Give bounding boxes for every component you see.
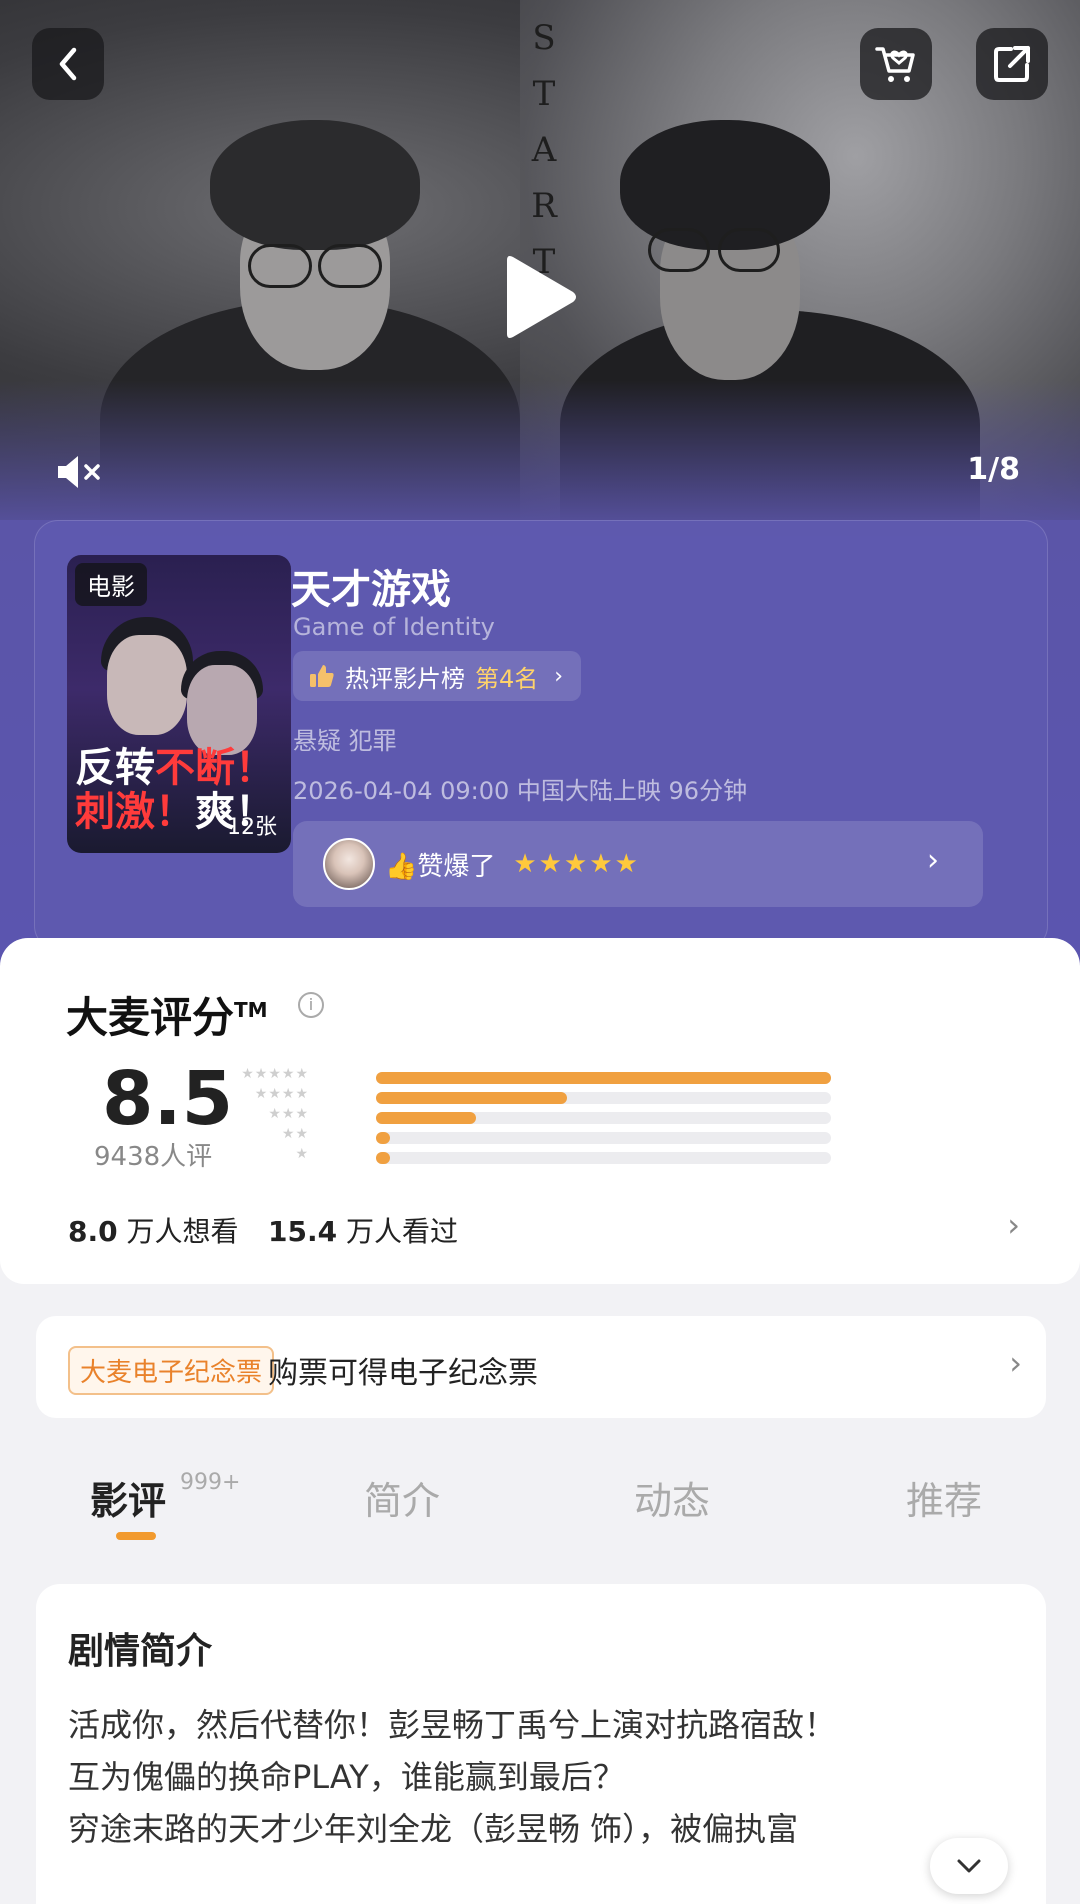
chevron-right-icon[interactable]: › — [1007, 1206, 1020, 1244]
avatar — [323, 838, 375, 890]
rating-bar-stars: ★★★★ — [254, 1086, 309, 1102]
rating-bar-fill — [376, 1072, 831, 1084]
rating-bar-fill — [376, 1152, 390, 1164]
rating-bar-stars: ★★★★★ — [241, 1066, 309, 1082]
cart-heart-icon — [875, 47, 915, 82]
favorite-cart-button[interactable] — [860, 28, 932, 100]
rating-bar-row: ★★★ — [266, 1106, 831, 1124]
chevron-right-icon: › — [1009, 1344, 1022, 1382]
rating-bar-fill — [376, 1132, 390, 1144]
reviews-count-badge: 999+ — [180, 1470, 241, 1495]
tab-intro[interactable]: 简介 — [364, 1470, 440, 1525]
rating-bar-fill — [376, 1112, 477, 1124]
souvenir-ticket-row[interactable]: 大麦电子纪念票 购票可得电子纪念票 › — [36, 1316, 1046, 1418]
synopsis-title: 剧情简介 — [68, 1631, 213, 1672]
movie-genre: 悬疑 犯罪 — [293, 727, 397, 755]
movie-english-title: Game of Identity — [293, 613, 495, 641]
active-tab-indicator — [116, 1532, 156, 1540]
rating-title: 大麦评分TM — [66, 993, 268, 1042]
share-button[interactable] — [976, 28, 1048, 100]
rating-bar-row: ★★ — [266, 1126, 831, 1144]
rating-count: 9438人评 — [94, 1142, 213, 1172]
rank-value: 第4名 — [475, 664, 539, 693]
rank-list-label: 热评影片榜 — [345, 664, 465, 693]
movie-info-card: 电影 反转不断！ 刺激！爽！ 12张 天才游戏 Game of Identity… — [34, 520, 1048, 950]
mute-icon[interactable] — [54, 452, 106, 492]
review-stars: ★★★★★ — [513, 849, 640, 879]
movie-release-info: 2026-04-04 09:00 中国大陆上映 96分钟 — [293, 777, 748, 805]
back-button[interactable] — [32, 28, 104, 100]
featured-review-bar[interactable]: 👍赞爆了 ★★★★★ › — [293, 821, 983, 907]
rating-bar-track — [376, 1132, 831, 1144]
watched-count: 15.4 万人看过 — [268, 1215, 459, 1248]
chevron-down-icon — [957, 1859, 981, 1873]
souvenir-ticket-tag: 大麦电子纪念票 — [68, 1346, 275, 1395]
rating-bar-stars: ★★ — [281, 1126, 309, 1142]
synopsis-line: 活成你，然后代替你！彭昱畅丁禹兮上演对抗路宿敌！ — [68, 1706, 837, 1744]
share-icon — [994, 46, 1030, 82]
movie-title: 天才游戏 — [291, 567, 451, 613]
chevron-right-icon: › — [554, 663, 564, 689]
rank-chip[interactable]: 热评影片榜 第4名 › — [293, 651, 582, 701]
review-text: 👍赞爆了 — [385, 851, 496, 882]
rating-bar-stars: ★ — [295, 1146, 309, 1162]
chevron-left-icon — [59, 47, 77, 81]
info-icon[interactable]: i — [298, 992, 324, 1018]
play-icon[interactable] — [497, 252, 579, 342]
expand-button[interactable] — [930, 1838, 1008, 1894]
synopsis-line: 互为傀儡的换命PLAY，谁能赢到最后？ — [68, 1758, 625, 1796]
rating-bar-row: ★ — [266, 1146, 831, 1164]
rating-bar-row: ★★★★ — [255, 1086, 831, 1104]
thumbs-up-icon — [310, 665, 334, 687]
rating-bar-track — [376, 1152, 831, 1164]
hero-start-letters: S T A R T — [531, 18, 557, 282]
movie-poster[interactable]: 电影 反转不断！ 刺激！爽！ 12张 — [67, 555, 291, 853]
souvenir-ticket-text: 购票可得电子纪念票 — [268, 1356, 538, 1391]
rating-bar-stars: ★★★ — [268, 1106, 309, 1122]
tab-reviews[interactable]: 影评 — [90, 1470, 166, 1525]
tab-updates[interactable]: 动态 — [634, 1470, 710, 1525]
synopsis-line: 穷途末路的天才少年刘全龙（彭昱畅 饰），被偏执富 — [68, 1810, 799, 1848]
rating-bar-fill — [376, 1092, 568, 1104]
tab-recommend[interactable]: 推荐 — [906, 1470, 982, 1525]
poster-type-tag: 电影 — [75, 563, 147, 606]
poster-image-count: 12张 — [227, 815, 277, 840]
page-indicator: 1/8 — [967, 452, 1020, 487]
want-to-watch: 8.0 万人想看 — [68, 1215, 239, 1248]
chevron-right-icon: › — [927, 843, 939, 878]
rating-bar-row: ★★★★★ — [241, 1066, 831, 1084]
